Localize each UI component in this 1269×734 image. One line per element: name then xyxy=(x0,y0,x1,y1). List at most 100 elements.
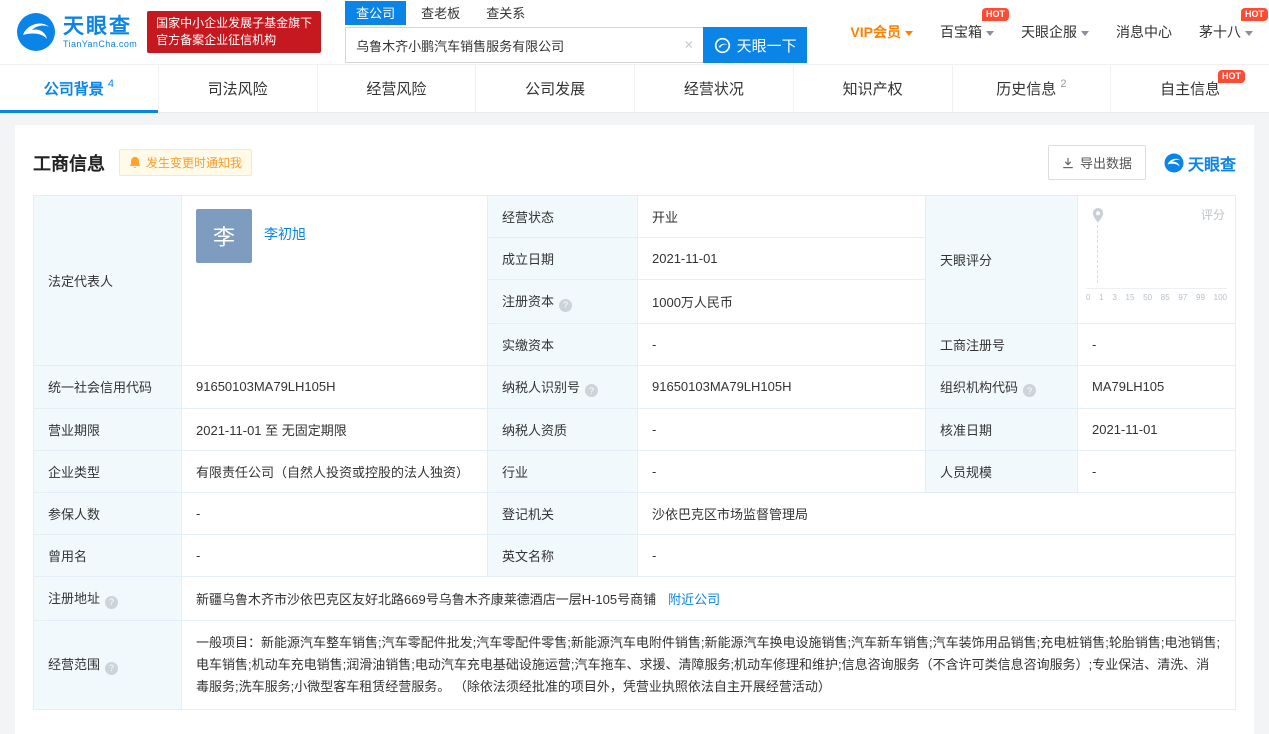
field-label-registration-no: 工商注册号 xyxy=(925,322,1078,366)
tab-history-info[interactable]: 历史信息 2 xyxy=(951,65,1111,112)
search-input[interactable] xyxy=(345,27,704,63)
company-section-tabs: 公司背景 4 司法风险 经营风险 公司发展 经营状况 知识产权 历史信息 2 H… xyxy=(0,64,1269,113)
search-tab-boss[interactable]: 查老板 xyxy=(410,1,471,25)
field-label-industry: 行业 xyxy=(487,450,638,493)
tab-label: 自主信息 xyxy=(1160,81,1221,98)
hot-badge: HOT xyxy=(982,8,1009,21)
field-label-text: 注册资本 xyxy=(502,294,555,309)
notify-change-label: 发生变更时通知我 xyxy=(146,156,243,170)
tianyancha-logo-icon xyxy=(17,13,55,51)
table-row: 经营范围? 一般项目：新能源汽车整车销售;汽车零配件批发;汽车零配件零售;新能源… xyxy=(33,619,1236,710)
table-row: 企业类型 有限责任公司（自然人投资或控股的法人独资） 行业 - 人员规模 - xyxy=(33,450,1236,493)
legal-rep-avatar[interactable]: 李 xyxy=(196,209,252,263)
tab-company-background[interactable]: 公司背景 4 xyxy=(0,65,158,113)
help-icon[interactable]: ? xyxy=(105,661,119,675)
tianyancha-watermark-icon xyxy=(1164,153,1184,172)
nearby-companies-link[interactable]: 附近公司 xyxy=(668,592,720,607)
search-tab-relation[interactable]: 查关系 xyxy=(475,1,536,25)
cert-badge-line2: 官方备案企业征信机构 xyxy=(156,33,277,47)
tab-self-info[interactable]: HOT 自主信息 xyxy=(1110,65,1269,112)
tab-label: 公司发展 xyxy=(525,81,586,98)
score-pin-icon xyxy=(1092,208,1104,223)
field-value-staff-size: - xyxy=(1077,450,1236,493)
field-label-text: 组织机构代码 xyxy=(940,379,1019,395)
field-value-approved-date: 2021-11-01 xyxy=(1077,408,1236,451)
tab-label: 知识产权 xyxy=(842,81,903,98)
clear-search-icon[interactable]: × xyxy=(684,37,693,54)
tab-count: 2 xyxy=(1060,77,1067,90)
tianyancha-watermark: 天眼查 xyxy=(1164,151,1236,175)
tab-label: 历史信息 xyxy=(996,81,1057,98)
top-header: 天眼查 TianYanCha.com 国家中小企业发展子基金旗下 官方备案企业征… xyxy=(0,0,1269,64)
registered-address-text: 新疆乌鲁木齐市沙依巴克区友好北路669号乌鲁木齐康莱德酒店一层H-105号商铺 xyxy=(196,591,657,607)
chevron-down-icon xyxy=(1245,30,1253,36)
field-label-taxpayer-id: 纳税人识别号? xyxy=(487,364,638,409)
chevron-down-icon xyxy=(1081,30,1089,36)
axis-tick: 15 xyxy=(1125,293,1135,302)
field-label-approved-date: 核准日期 xyxy=(925,408,1078,451)
field-label-company-type: 企业类型 xyxy=(33,450,182,493)
tab-operating-risk[interactable]: 经营风险 xyxy=(316,65,476,112)
tianyan-score-chart[interactable]: 评分 0 1 3 15 50 85 97 99 100 xyxy=(1086,202,1227,302)
axis-tick: 99 xyxy=(1196,293,1205,302)
tab-intellectual-property[interactable]: 知识产权 xyxy=(792,65,952,112)
field-label-business-scope: 经营范围? xyxy=(33,619,182,710)
tab-company-development[interactable]: 公司发展 xyxy=(475,65,634,112)
search-button-eye-icon xyxy=(714,37,730,53)
toolbox-link[interactable]: HOT 百宝箱 xyxy=(940,8,1009,42)
tab-judicial-risk[interactable]: 司法风险 xyxy=(157,65,317,112)
field-value-industry: - xyxy=(637,450,926,493)
table-row: 曾用名 - 英文名称 - xyxy=(33,534,1236,577)
tianyancha-logo[interactable]: 天眼查 TianYanCha.com xyxy=(16,12,137,52)
table-row: 注册地址? 新疆乌鲁木齐市沙依巴克区友好北路669号乌鲁木齐康莱德酒店一层H-1… xyxy=(33,576,1236,621)
axis-tick: 100 xyxy=(1213,293,1227,302)
hot-badge: HOT xyxy=(1218,70,1245,83)
enterprise-service-label: 天眼企服 xyxy=(1021,24,1077,40)
axis-tick: 0 xyxy=(1086,293,1091,302)
chevron-down-icon xyxy=(905,30,913,36)
field-label-credit-code: 统一社会信用代码 xyxy=(33,364,182,409)
message-center-link[interactable]: 消息中心 xyxy=(1116,22,1172,42)
user-menu[interactable]: HOT 茅十八 xyxy=(1199,8,1268,42)
field-value-business-term: 2021-11-01 至 无固定期限 xyxy=(181,408,488,451)
legal-rep-name-link[interactable]: 李初旭 xyxy=(264,224,306,244)
tianyancha-watermark-label: 天眼查 xyxy=(1187,156,1236,174)
notify-change-button[interactable]: 发生变更时通知我 xyxy=(119,149,253,176)
table-row: 参保人数 - 登记机关 沙依巴克区市场监督管理局 xyxy=(33,492,1236,535)
tab-label: 公司背景 xyxy=(43,81,104,98)
field-value-former-name: - xyxy=(181,534,488,577)
axis-tick: 50 xyxy=(1143,293,1153,302)
field-label-staff-size: 人员规模 xyxy=(925,450,1078,493)
help-icon[interactable]: ? xyxy=(1023,384,1037,397)
search-tab-company[interactable]: 查公司 xyxy=(345,1,407,25)
field-label-registered-address: 注册地址? xyxy=(33,576,182,621)
help-icon[interactable]: ? xyxy=(585,384,599,397)
field-label-paid-in-capital: 实缴资本 xyxy=(487,322,638,366)
field-value-paid-in-capital: - xyxy=(637,322,926,366)
business-info-card: 工商信息 发生变更时通知我 导出数据 天眼查 法定代表人 李 李初旭 经营状态 … xyxy=(15,125,1254,734)
field-value-org-code: MA79LH105 xyxy=(1077,364,1236,409)
help-icon[interactable]: ? xyxy=(559,298,573,312)
table-row: 法定代表人 李 李初旭 经营状态 开业 天眼评分 评分 0 1 3 15 50 … xyxy=(33,195,1236,366)
vip-member-label: VIP会员 xyxy=(850,24,901,40)
business-info-header: 工商信息 发生变更时通知我 导出数据 天眼查 xyxy=(33,145,1236,180)
tab-operating-status[interactable]: 经营状况 xyxy=(634,65,793,112)
business-info-table: 法定代表人 李 李初旭 经营状态 开业 天眼评分 评分 0 1 3 15 50 … xyxy=(33,195,1236,710)
field-value-taxpayer-id: 91650103MA79LH105H xyxy=(637,364,926,409)
search-button[interactable]: 天眼一下 xyxy=(703,27,808,63)
help-icon[interactable]: ? xyxy=(105,595,119,609)
field-label-business-term: 营业期限 xyxy=(33,408,182,451)
field-label-business-status: 经营状态 xyxy=(487,195,638,238)
field-label-tianyan-score: 天眼评分 xyxy=(925,195,1078,324)
axis-tick: 3 xyxy=(1112,293,1117,302)
bell-icon xyxy=(129,156,141,168)
field-label-legal-rep: 法定代表人 xyxy=(33,195,182,366)
enterprise-service-link[interactable]: 天眼企服 xyxy=(1021,22,1089,42)
field-label-text: 经营范围 xyxy=(48,657,101,673)
axis-tick: 85 xyxy=(1160,293,1170,302)
main-content: 工商信息 发生变更时通知我 导出数据 天眼查 法定代表人 李 李初旭 经营状态 … xyxy=(0,113,1269,734)
export-data-button[interactable]: 导出数据 xyxy=(1047,145,1146,180)
username-label: 茅十八 xyxy=(1199,24,1241,40)
vip-member-link[interactable]: VIP会员 xyxy=(850,22,913,42)
tab-count: 4 xyxy=(107,77,114,90)
